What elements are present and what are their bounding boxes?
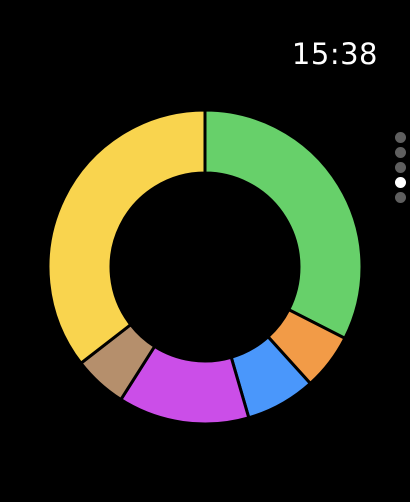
activity-ring-chart <box>46 108 364 426</box>
page-dot[interactable] <box>394 162 406 173</box>
page-dot[interactable] <box>394 132 406 143</box>
page-dot[interactable] <box>394 147 406 158</box>
page-indicator[interactable] <box>394 132 406 203</box>
page-dot[interactable] <box>394 177 406 188</box>
ring-center <box>111 173 299 361</box>
page-dot[interactable] <box>394 192 406 203</box>
